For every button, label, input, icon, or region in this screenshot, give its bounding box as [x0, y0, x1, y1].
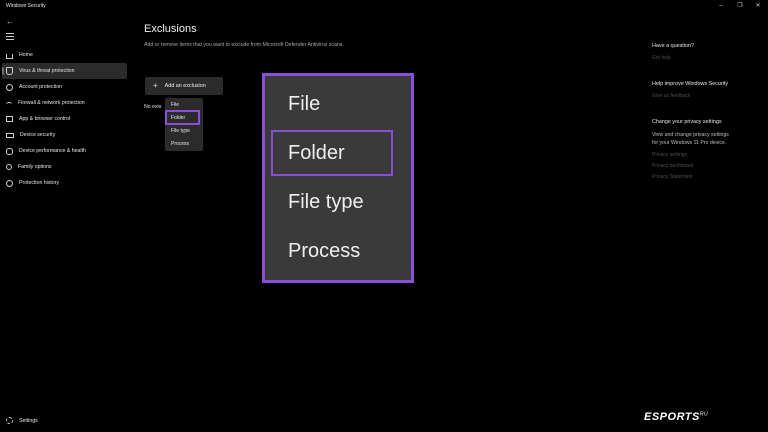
sidebar-item-device-security[interactable]: Device security: [2, 127, 127, 143]
sidebar-item-label: Settings: [19, 417, 38, 424]
feedback-link[interactable]: Give us feedback: [652, 93, 691, 99]
wifi-icon: [6, 101, 12, 107]
sidebar-item-label: Account protection: [19, 84, 62, 90]
sidebar-item-label: Device performance & health: [19, 148, 86, 154]
sidebar-item-firewall[interactable]: Firewall & network protection: [2, 95, 127, 111]
plus-icon: +: [153, 81, 158, 90]
family-icon: [6, 164, 12, 170]
have-question-heading: Have a question?: [652, 43, 694, 49]
sidebar-nav: Home Virus & threat protection Account p…: [2, 47, 127, 191]
sidebar-item-label: Virus & threat protection: [19, 68, 75, 74]
sidebar-item-app-browser-control[interactable]: App & browser control: [2, 111, 127, 127]
sidebar-item-protection-history[interactable]: Protection history: [2, 175, 127, 191]
home-icon: [6, 53, 13, 59]
history-icon: [6, 179, 13, 187]
sidebar-item-label: Device security: [20, 132, 56, 138]
privacy-description-line2: for your Windows 11 Pro device.: [652, 140, 727, 146]
heart-icon: [6, 147, 13, 155]
app-title: Windows Security: [6, 3, 46, 9]
person-icon: [6, 83, 13, 91]
watermark-suffix: RU: [699, 411, 709, 418]
no-existing-text: No exis: [144, 104, 162, 110]
menu-item-file[interactable]: File: [171, 102, 179, 108]
sidebar-item-label: Firewall & network protection: [18, 100, 85, 106]
sidebar-item-device-performance[interactable]: Device performance & health: [2, 143, 127, 159]
maximize-icon[interactable]: ❐: [735, 1, 745, 11]
add-exclusion-label: Add an exclusion: [164, 83, 206, 89]
get-help-link[interactable]: Get help: [652, 55, 671, 61]
zoomed-menu-callout: File Folder File type Process: [262, 73, 414, 283]
privacy-dashboard-link[interactable]: Privacy dashboard: [652, 163, 693, 169]
zoom-item-file-type: File type: [288, 191, 364, 213]
title-bar: Windows Security – ❐ ✕: [0, 0, 768, 12]
close-icon[interactable]: ✕: [753, 1, 763, 11]
improve-heading: Help improve Windows Security: [652, 81, 729, 87]
watermark-text: ESPORTS: [644, 411, 700, 423]
page-description: Add or remove items that you want to exc…: [144, 42, 344, 48]
privacy-settings-link[interactable]: Privacy settings: [652, 152, 687, 158]
window-icon: [6, 116, 13, 122]
back-arrow-icon[interactable]: ←: [6, 17, 14, 26]
zoom-item-file: File: [288, 93, 321, 115]
sidebar-item-label: Protection history: [19, 180, 60, 186]
page-title: Exclusions: [144, 23, 197, 35]
privacy-description-line1: View and change privacy settings: [652, 132, 729, 138]
shield-icon: [6, 67, 13, 75]
zoom-item-process: Process: [288, 240, 361, 262]
privacy-statement-link[interactable]: Privacy Statement: [652, 174, 693, 180]
sidebar-item-label: Family options: [18, 164, 52, 170]
hamburger-icon[interactable]: [6, 33, 14, 40]
minimize-icon[interactable]: –: [716, 1, 726, 11]
sidebar-item-account-protection[interactable]: Account protection: [2, 79, 127, 95]
sidebar-item-label: Home: [19, 52, 33, 58]
sidebar-item-family-options[interactable]: Family options: [2, 159, 127, 175]
sidebar-item-home[interactable]: Home: [2, 47, 127, 63]
gear-icon: [6, 417, 13, 424]
laptop-icon: [6, 132, 14, 138]
add-exclusion-button[interactable]: + Add an exclusion: [145, 77, 223, 95]
zoom-folder-highlight-box: [271, 130, 393, 176]
menu-item-process[interactable]: Process: [171, 141, 189, 147]
sidebar-item-label: App & browser control: [19, 116, 71, 122]
menu-item-file-type[interactable]: File type: [171, 128, 190, 134]
sidebar-item-virus-threat-protection[interactable]: Virus & threat protection: [2, 63, 127, 79]
folder-highlight-box: [165, 110, 200, 125]
sidebar-item-settings[interactable]: Settings: [6, 417, 38, 424]
esports-watermark-logo: ESPORTSRU: [644, 411, 708, 423]
privacy-heading: Change your privacy settings: [652, 119, 722, 125]
